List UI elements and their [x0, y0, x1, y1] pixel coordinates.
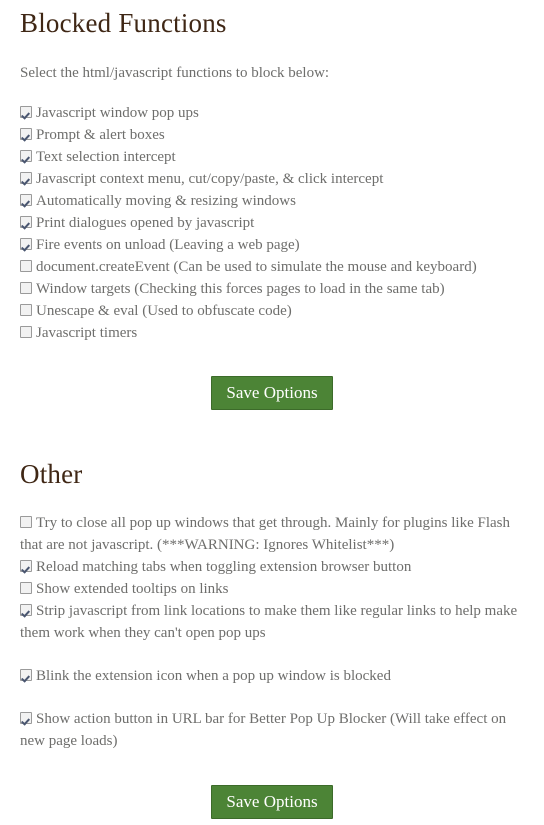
save-options-row-bottom: Save Options	[20, 784, 524, 819]
blocked-option-label[interactable]: Javascript window pop ups	[36, 105, 199, 121]
other-option-label[interactable]: Blink the extension icon when a pop up w…	[36, 668, 391, 684]
list-item: Text selection intercept	[20, 146, 524, 168]
list-item: Show action button in URL bar for Better…	[20, 708, 524, 752]
blocked-option-label[interactable]: Fire events on unload (Leaving a web pag…	[36, 237, 300, 253]
list-item: Reload matching tabs when toggling exten…	[20, 556, 524, 578]
checkbox-checked-icon[interactable]	[20, 127, 32, 140]
blocked-option-label[interactable]: document.createEvent (Can be used to sim…	[36, 259, 477, 275]
blocked-option-label[interactable]: Print dialogues opened by javascript	[36, 215, 254, 231]
save-options-button-top[interactable]: Save Options	[211, 375, 333, 410]
list-item: document.createEvent (Can be used to sim…	[20, 256, 524, 278]
checkbox-unchecked-icon[interactable]	[20, 581, 32, 594]
list-item: Show extended tooltips on links	[20, 578, 524, 600]
list-item: Automatically moving & resizing windows	[20, 190, 524, 212]
checkbox-unchecked-icon[interactable]	[20, 515, 32, 528]
other-option-label[interactable]: Show extended tooltips on links	[36, 581, 229, 597]
blocked-functions-intro: Select the html/javascript functions to …	[20, 65, 330, 81]
checkbox-unchecked-icon[interactable]	[20, 325, 32, 338]
options-page: Blocked Functions Select the html/javasc…	[0, 0, 544, 819]
list-item: Javascript context menu, cut/copy/paste,…	[20, 168, 524, 190]
checkbox-unchecked-icon[interactable]	[20, 303, 32, 316]
blocked-option-label[interactable]: Javascript context menu, cut/copy/paste,…	[36, 171, 383, 187]
list-item: Javascript timers	[20, 322, 524, 344]
checkbox-unchecked-icon[interactable]	[20, 281, 32, 294]
list-item: Window targets (Checking this forces pag…	[20, 278, 524, 300]
checkbox-checked-icon[interactable]	[20, 711, 32, 724]
blocked-functions-header: Blocked Functions	[20, 0, 524, 39]
blocked-functions-list: Javascript window pop ups Prompt & alert …	[20, 102, 524, 344]
checkbox-checked-icon[interactable]	[20, 603, 32, 616]
save-options-row-top: Save Options	[20, 375, 524, 410]
other-header: Other	[20, 454, 524, 490]
list-item: Prompt & alert boxes	[20, 124, 524, 146]
list-item: Blink the extension icon when a pop up w…	[20, 665, 524, 687]
save-options-button-bottom[interactable]: Save Options	[211, 784, 333, 819]
other-option-label[interactable]: Show action button in URL bar for Better…	[20, 711, 506, 749]
blocked-option-label[interactable]: Prompt & alert boxes	[36, 127, 165, 143]
checkbox-checked-icon[interactable]	[20, 105, 32, 118]
blocked-option-label[interactable]: Text selection intercept	[36, 149, 176, 165]
blocked-functions-intro-wrap: Select the html/javascript functions to …	[20, 64, 524, 84]
other-option-label[interactable]: Try to close all pop up windows that get…	[20, 515, 510, 553]
blocked-option-label[interactable]: Javascript timers	[36, 325, 137, 341]
checkbox-checked-icon[interactable]	[20, 237, 32, 250]
other-title: Other	[20, 458, 83, 489]
blocked-option-label[interactable]: Automatically moving & resizing windows	[36, 193, 296, 209]
checkbox-unchecked-icon[interactable]	[20, 259, 32, 272]
blocked-option-label[interactable]: Window targets (Checking this forces pag…	[36, 281, 445, 297]
page-title: Blocked Functions	[20, 8, 227, 38]
checkbox-checked-icon[interactable]	[20, 215, 32, 228]
checkbox-checked-icon[interactable]	[20, 149, 32, 162]
list-item: Unescape & eval (Used to obfuscate code)	[20, 300, 524, 322]
blocked-option-label[interactable]: Unescape & eval (Used to obfuscate code)	[36, 303, 292, 319]
checkbox-checked-icon[interactable]	[20, 668, 32, 681]
checkbox-checked-icon[interactable]	[20, 559, 32, 572]
list-item: Print dialogues opened by javascript	[20, 212, 524, 234]
checkbox-checked-icon[interactable]	[20, 171, 32, 184]
list-item: Strip javascript from link locations to …	[20, 600, 524, 644]
list-item: Fire events on unload (Leaving a web pag…	[20, 234, 524, 256]
checkbox-checked-icon[interactable]	[20, 193, 32, 206]
other-option-label[interactable]: Strip javascript from link locations to …	[20, 603, 517, 641]
list-item: Javascript window pop ups	[20, 102, 524, 124]
other-option-label[interactable]: Reload matching tabs when toggling exten…	[36, 559, 411, 575]
other-options-list: Try to close all pop up windows that get…	[20, 512, 524, 752]
list-item: Try to close all pop up windows that get…	[20, 512, 524, 556]
